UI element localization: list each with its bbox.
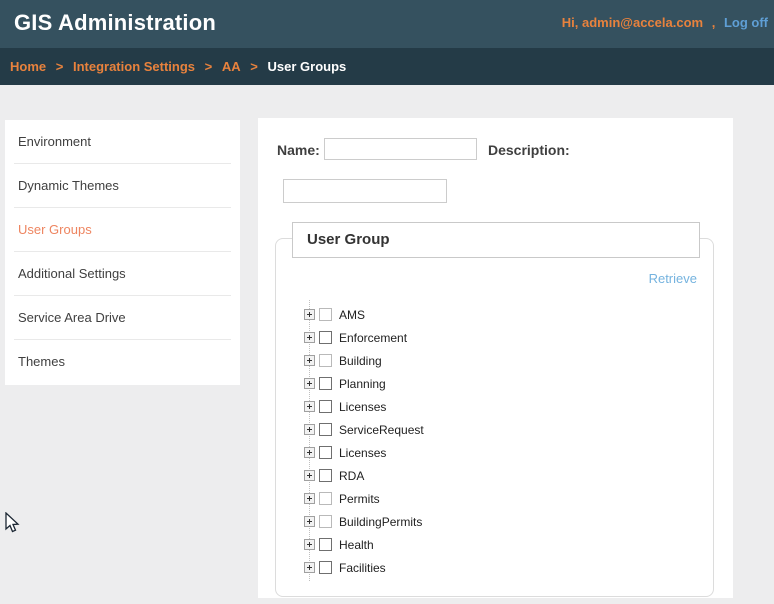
tree-item-permits: Permits [304, 487, 424, 510]
page-title: GIS Administration [14, 10, 216, 36]
sidebar-item-service-area-drive[interactable]: Service Area Drive [14, 296, 231, 340]
tree-item-label[interactable]: ServiceRequest [339, 423, 424, 437]
tree-item-rda: RDA [304, 464, 424, 487]
expand-plus-icon[interactable] [304, 355, 315, 366]
breadcrumb-separator: > [250, 59, 258, 74]
tree-item-label[interactable]: Facilities [339, 561, 386, 575]
tree-item-label[interactable]: Planning [339, 377, 386, 391]
expand-plus-icon[interactable] [304, 332, 315, 343]
checkbox[interactable] [319, 515, 332, 528]
tree-item-label[interactable]: Permits [339, 492, 380, 506]
checkbox[interactable] [319, 423, 332, 436]
description-input[interactable] [283, 179, 447, 203]
logoff-link[interactable]: Log off [724, 15, 768, 30]
checkbox[interactable] [319, 538, 332, 551]
user-greeting: Hi, admin@accela.com [562, 15, 703, 30]
tree-item-building: Building [304, 349, 424, 372]
breadcrumb-separator: > [205, 59, 213, 74]
expand-plus-icon[interactable] [304, 447, 315, 458]
checkbox[interactable] [319, 561, 332, 574]
name-label: Name: [277, 142, 320, 158]
breadcrumb-link-home[interactable]: Home [10, 59, 46, 74]
expand-plus-icon[interactable] [304, 401, 315, 412]
checkbox[interactable] [319, 469, 332, 482]
sidebar-item-additional-settings[interactable]: Additional Settings [14, 252, 231, 296]
breadcrumb-link-aa[interactable]: AA [222, 59, 241, 74]
breadcrumb-link-integration-settings[interactable]: Integration Settings [73, 59, 195, 74]
expand-plus-icon[interactable] [304, 562, 315, 573]
sidebar-item-dynamic-themes[interactable]: Dynamic Themes [14, 164, 231, 208]
user-group-panel-title: User Group [292, 222, 700, 258]
breadcrumb: Home > Integration Settings > AA > User … [0, 48, 774, 85]
checkbox[interactable] [319, 331, 332, 344]
checkbox[interactable] [319, 308, 332, 321]
tree-item-label[interactable]: AMS [339, 308, 365, 322]
checkbox[interactable] [319, 377, 332, 390]
mouse-cursor-icon [4, 512, 22, 536]
breadcrumb-separator: > [56, 59, 64, 74]
sidebar-item-themes[interactable]: Themes [14, 340, 231, 384]
tree-item-label[interactable]: Enforcement [339, 331, 407, 345]
description-label: Description: [488, 142, 570, 158]
expand-plus-icon[interactable] [304, 470, 315, 481]
expand-plus-icon[interactable] [304, 516, 315, 527]
header-separator: , [712, 15, 716, 30]
tree-item-buildingpermits: BuildingPermits [304, 510, 424, 533]
tree-item-label[interactable]: Licenses [339, 446, 386, 460]
expand-plus-icon[interactable] [304, 378, 315, 389]
tree-item-servicerequest: ServiceRequest [304, 418, 424, 441]
breadcrumb-current: User Groups [268, 59, 347, 74]
checkbox[interactable] [319, 354, 332, 367]
main-content-panel: Name: Description: User Group Retrieve A… [258, 118, 733, 598]
tree-item-ams: AMS [304, 303, 424, 326]
header-user-area: Hi, admin@accela.com , Log off [562, 15, 768, 30]
checkbox[interactable] [319, 446, 332, 459]
expand-plus-icon[interactable] [304, 309, 315, 320]
sidebar-item-user-groups[interactable]: User Groups [14, 208, 231, 252]
expand-plus-icon[interactable] [304, 493, 315, 504]
name-input[interactable] [324, 138, 477, 160]
sidebar-item-environment[interactable]: Environment [14, 120, 231, 164]
tree-item-label[interactable]: RDA [339, 469, 364, 483]
tree-item-label[interactable]: Health [339, 538, 374, 552]
checkbox[interactable] [319, 400, 332, 413]
user-group-tree: AMS Enforcement Building Planning Licens… [304, 303, 424, 579]
tree-item-planning: Planning [304, 372, 424, 395]
tree-item-label[interactable]: Building [339, 354, 382, 368]
expand-plus-icon[interactable] [304, 539, 315, 550]
sidebar-nav: Environment Dynamic Themes User Groups A… [5, 120, 240, 385]
checkbox[interactable] [319, 492, 332, 505]
tree-item-health: Health [304, 533, 424, 556]
tree-item-enforcement: Enforcement [304, 326, 424, 349]
tree-item-label[interactable]: BuildingPermits [339, 515, 422, 529]
tree-item-licenses-2: Licenses [304, 441, 424, 464]
tree-item-facilities: Facilities [304, 556, 424, 579]
expand-plus-icon[interactable] [304, 424, 315, 435]
app-header: GIS Administration Hi, admin@accela.com … [0, 0, 774, 48]
retrieve-link[interactable]: Retrieve [649, 271, 697, 286]
user-group-panel: Retrieve AMS Enforcement Building Planni… [275, 238, 714, 597]
tree-item-licenses: Licenses [304, 395, 424, 418]
tree-item-label[interactable]: Licenses [339, 400, 386, 414]
